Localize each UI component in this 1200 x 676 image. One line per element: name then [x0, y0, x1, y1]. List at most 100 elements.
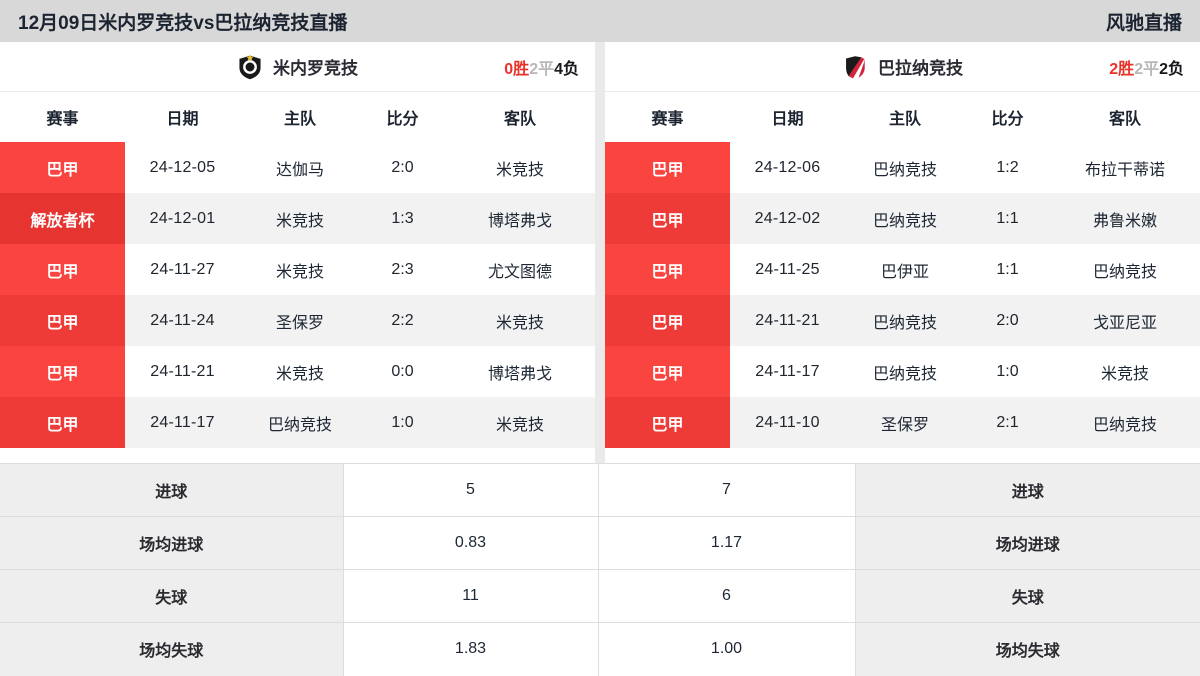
competition-badge: 巴甲 — [0, 295, 125, 346]
table-row[interactable]: 巴甲 24-11-21 米竞技 0:0 博塔弗戈 — [0, 346, 595, 397]
away-team: 米竞技 — [445, 397, 595, 448]
competition-badge: 巴甲 — [605, 193, 730, 244]
column-header-home: 主队 — [240, 92, 360, 142]
table-row[interactable]: 巴甲 24-11-21 巴纳竞技 2:0 戈亚尼亚 — [605, 295, 1200, 346]
table-row[interactable]: 巴甲 24-11-17 巴纳竞技 1:0 米竞技 — [0, 397, 595, 448]
stat-label-right: 失球 — [854, 569, 1200, 623]
home-team: 米竞技 — [240, 346, 360, 397]
competition-badge: 巴甲 — [605, 397, 730, 448]
table-row[interactable]: 巴甲 24-12-02 巴纳竞技 1:1 弗鲁米嫩 — [605, 193, 1200, 244]
stats-row: 进球 5 7 进球 — [0, 463, 1200, 517]
competition-badge: 巴甲 — [0, 244, 125, 295]
match-score: 0:0 — [360, 346, 445, 397]
home-team: 米竞技 — [240, 193, 360, 244]
away-team: 巴纳竞技 — [1050, 397, 1200, 448]
left-match-table: 赛事 日期 主队 比分 客队 巴甲 24-12-05 达伽马 2:0 米竞技 解… — [0, 92, 595, 448]
competition-badge: 巴甲 — [0, 397, 125, 448]
stat-label-left: 场均进球 — [0, 516, 344, 570]
site-brand: 风驰直播 — [1105, 12, 1182, 34]
match-date: 24-12-01 — [125, 193, 240, 244]
away-team: 布拉干蒂诺 — [1050, 142, 1200, 193]
away-team: 米竞技 — [445, 142, 595, 193]
stats-comparison-table: 进球 5 7 进球 场均进球 0.83 1.17 场均进球 失球 11 6 失球… — [0, 463, 1200, 676]
match-score: 1:2 — [965, 142, 1050, 193]
home-team: 巴纳竞技 — [845, 295, 965, 346]
match-date: 24-12-05 — [125, 142, 240, 193]
home-team: 圣保罗 — [240, 295, 360, 346]
match-score: 1:0 — [360, 397, 445, 448]
match-score: 1:0 — [965, 346, 1050, 397]
stats-row: 场均进球 0.83 1.17 场均进球 — [0, 516, 1200, 570]
column-header-date: 日期 — [125, 92, 240, 142]
match-date: 24-11-10 — [730, 397, 845, 448]
competition-badge: 解放者杯 — [0, 193, 125, 244]
recent-form-panels: 米内罗竞技 0胜2平4负 赛事 日期 主队 比分 客队 巴甲 24-12-05 … — [0, 42, 1200, 463]
stat-label-left: 失球 — [0, 569, 344, 623]
home-team: 巴纳竞技 — [845, 346, 965, 397]
competition-badge: 巴甲 — [0, 346, 125, 397]
match-date: 24-12-06 — [730, 142, 845, 193]
stats-row: 失球 11 6 失球 — [0, 569, 1200, 623]
right-record-loss: 2负 — [1159, 60, 1184, 78]
stat-value-right: 1.17 — [597, 516, 856, 570]
away-team: 米竞技 — [1050, 346, 1200, 397]
table-row[interactable]: 巴甲 24-11-24 圣保罗 2:2 米竞技 — [0, 295, 595, 346]
table-row[interactable]: 巴甲 24-11-10 圣保罗 2:1 巴纳竞技 — [605, 397, 1200, 448]
stat-value-right: 6 — [597, 569, 856, 623]
match-score: 2:3 — [360, 244, 445, 295]
match-score: 1:3 — [360, 193, 445, 244]
away-team: 博塔弗戈 — [445, 193, 595, 244]
match-score: 2:0 — [965, 295, 1050, 346]
table-row[interactable]: 巴甲 24-12-06 巴纳竞技 1:2 布拉干蒂诺 — [605, 142, 1200, 193]
away-team: 巴纳竞技 — [1050, 244, 1200, 295]
match-score: 1:1 — [965, 193, 1050, 244]
match-score: 1:1 — [965, 244, 1050, 295]
away-team: 尤文图德 — [445, 244, 595, 295]
home-team: 巴纳竞技 — [845, 193, 965, 244]
right-team-panel: 巴拉纳竞技 2胜2平2负 赛事 日期 主队 比分 客队 巴甲 24-12-06 … — [605, 42, 1200, 463]
atletico-mineiro-shield-icon — [237, 53, 263, 80]
match-date: 24-11-21 — [125, 346, 240, 397]
competition-badge: 巴甲 — [0, 142, 125, 193]
home-team: 巴纳竞技 — [240, 397, 360, 448]
stat-value-left: 1.83 — [342, 622, 599, 676]
left-table-header-row: 赛事 日期 主队 比分 客队 — [0, 92, 595, 142]
away-team: 弗鲁米嫩 — [1050, 193, 1200, 244]
stat-label-left: 场均失球 — [0, 622, 344, 676]
right-team-header: 巴拉纳竞技 2胜2平2负 — [605, 42, 1200, 92]
stats-row: 场均失球 1.83 1.00 场均失球 — [0, 622, 1200, 676]
column-header-away: 客队 — [445, 92, 595, 142]
stat-value-left: 11 — [342, 569, 599, 623]
column-header-home: 主队 — [845, 92, 965, 142]
left-team-header: 米内罗竞技 0胜2平4负 — [0, 42, 595, 92]
page-title: 12月09日米内罗竞技vs巴拉纳竞技直播 — [18, 12, 348, 34]
table-row[interactable]: 巴甲 24-12-05 达伽马 2:0 米竞技 — [0, 142, 595, 193]
table-row[interactable]: 巴甲 24-11-25 巴伊亚 1:1 巴纳竞技 — [605, 244, 1200, 295]
match-score: 2:1 — [965, 397, 1050, 448]
column-header-competition: 赛事 — [0, 92, 125, 142]
panel-divider — [595, 42, 605, 463]
stat-value-left: 0.83 — [342, 516, 599, 570]
table-row[interactable]: 解放者杯 24-12-01 米竞技 1:3 博塔弗戈 — [0, 193, 595, 244]
stat-label-right: 场均进球 — [854, 516, 1200, 570]
column-header-date: 日期 — [730, 92, 845, 142]
match-date: 24-11-25 — [730, 244, 845, 295]
competition-badge: 巴甲 — [605, 346, 730, 397]
away-team: 戈亚尼亚 — [1050, 295, 1200, 346]
right-team-name: 巴拉纳竞技 — [878, 59, 963, 78]
table-row[interactable]: 巴甲 24-11-27 米竞技 2:3 尤文图德 — [0, 244, 595, 295]
home-team: 米竞技 — [240, 244, 360, 295]
home-team: 圣保罗 — [845, 397, 965, 448]
left-team-name: 米内罗竞技 — [273, 59, 358, 78]
away-team: 博塔弗戈 — [445, 346, 595, 397]
left-record-loss: 4负 — [554, 60, 579, 78]
stat-label-left: 进球 — [0, 463, 344, 517]
right-record-win: 2胜 — [1109, 60, 1135, 78]
match-date: 24-11-17 — [730, 346, 845, 397]
column-header-competition: 赛事 — [605, 92, 730, 142]
table-row[interactable]: 巴甲 24-11-17 巴纳竞技 1:0 米竞技 — [605, 346, 1200, 397]
left-record-draw: 2平 — [529, 60, 555, 78]
competition-badge: 巴甲 — [605, 142, 730, 193]
stat-value-right: 1.00 — [597, 622, 856, 676]
right-team-record: 2胜2平2负 — [1109, 55, 1184, 79]
